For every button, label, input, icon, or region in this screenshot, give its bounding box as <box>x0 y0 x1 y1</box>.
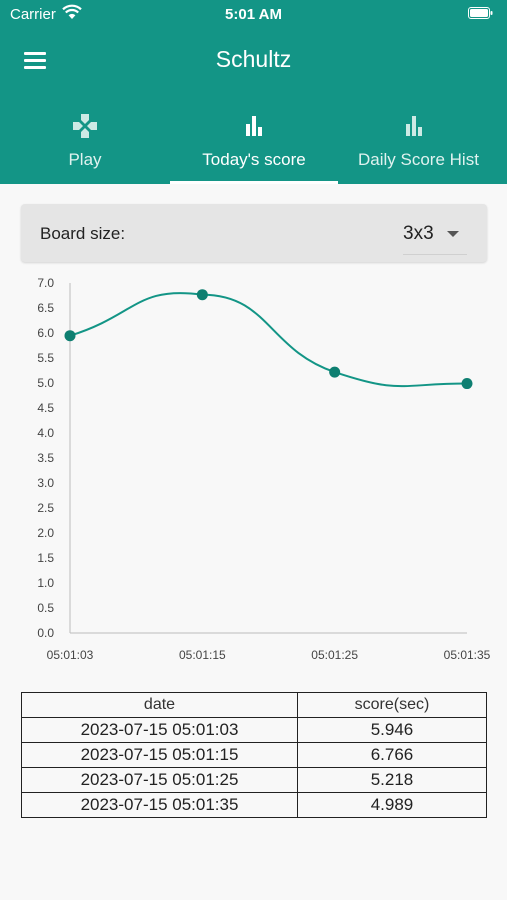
data-point <box>196 289 208 301</box>
cell-score: 5.218 <box>297 767 487 793</box>
battery-icon <box>468 7 493 19</box>
cell-date: 2023-07-15 05:01:35 <box>21 792 298 818</box>
tab-todays-score-label: Today's score <box>202 150 306 169</box>
table-row: 2023-07-15 05:01:35 4.989 <box>21 792 487 818</box>
y-tick-label: 1.0 <box>37 576 54 590</box>
board-size-label: Board size: <box>40 224 126 243</box>
cell-date: 2023-07-15 05:01:25 <box>21 767 298 793</box>
series-line <box>69 292 468 388</box>
y-tick-label: 0.5 <box>37 601 54 615</box>
page-title: Schultz <box>215 46 292 72</box>
y-tick-label: 4.5 <box>37 401 54 415</box>
cell-score: 6.766 <box>297 742 487 768</box>
y-tick-label: 7.0 <box>37 276 54 290</box>
x-tick-label: 05:01:35 <box>444 648 491 662</box>
app-header: Carrier 5:01 AM Schultz Play Today's sco… <box>0 0 507 184</box>
y-tick-label: 5.0 <box>37 376 54 390</box>
bar-chart-icon <box>406 116 422 136</box>
table-row: 2023-07-15 05:01:03 5.946 <box>21 717 487 743</box>
status-bar: Carrier 5:01 AM <box>0 0 507 28</box>
tab-daily-score-history-label: Daily Score Hist <box>358 150 479 169</box>
x-tick-label: 05:01:25 <box>311 648 358 662</box>
tab-play-label: Play <box>68 150 102 169</box>
column-header-date: date <box>21 692 298 718</box>
gamepad-icon <box>73 114 97 138</box>
x-tick-label: 05:01:03 <box>47 648 94 662</box>
table-header-row: date score(sec) <box>21 692 487 718</box>
tab-play[interactable]: Play <box>0 106 170 184</box>
tab-daily-score-history[interactable]: Daily Score Hist <box>338 106 490 184</box>
tab-todays-score[interactable]: Today's score <box>170 106 338 184</box>
y-tick-label: 3.5 <box>37 451 54 465</box>
y-tick-label: 1.5 <box>37 551 54 565</box>
y-tick-label: 0.0 <box>37 626 54 640</box>
table-row: 2023-07-15 05:01:25 5.218 <box>21 767 487 793</box>
y-tick-label: 2.0 <box>37 526 54 540</box>
score-table: date score(sec) 2023-07-15 05:01:03 5.94… <box>21 692 487 818</box>
cell-score: 4.989 <box>297 792 487 818</box>
cell-date: 2023-07-15 05:01:03 <box>21 717 298 743</box>
cell-score: 5.946 <box>297 717 487 743</box>
y-tick-label: 6.0 <box>37 326 54 340</box>
board-size-value: 3x3 <box>403 223 434 244</box>
y-tick-label: 5.5 <box>37 351 54 365</box>
cell-date: 2023-07-15 05:01:15 <box>21 742 298 768</box>
board-size-dropdown[interactable]: 3x3 <box>403 218 467 255</box>
data-point <box>64 330 76 342</box>
status-time: 5:01 AM <box>225 6 282 23</box>
chevron-down-icon <box>447 231 459 237</box>
bar-chart-icon <box>246 116 262 136</box>
data-point <box>329 366 341 378</box>
y-tick-label: 2.5 <box>37 501 54 515</box>
y-tick-label: 3.0 <box>37 476 54 490</box>
score-line-chart: 0.0 0.5 1.0 1.5 2.0 2.5 3.0 3.5 4.0 4.5 5.0 5.5 6.0 6… <box>37 276 491 662</box>
data-point <box>461 378 473 390</box>
table-row: 2023-07-15 05:01:15 6.766 <box>21 742 487 768</box>
y-tick-label: 6.5 <box>37 301 54 315</box>
board-size-card: Board size: 3x3 <box>21 204 487 262</box>
active-tab-indicator <box>170 181 338 184</box>
x-tick-label: 05:01:15 <box>179 648 226 662</box>
column-header-score: score(sec) <box>297 692 487 718</box>
y-tick-label: 4.0 <box>37 426 54 440</box>
